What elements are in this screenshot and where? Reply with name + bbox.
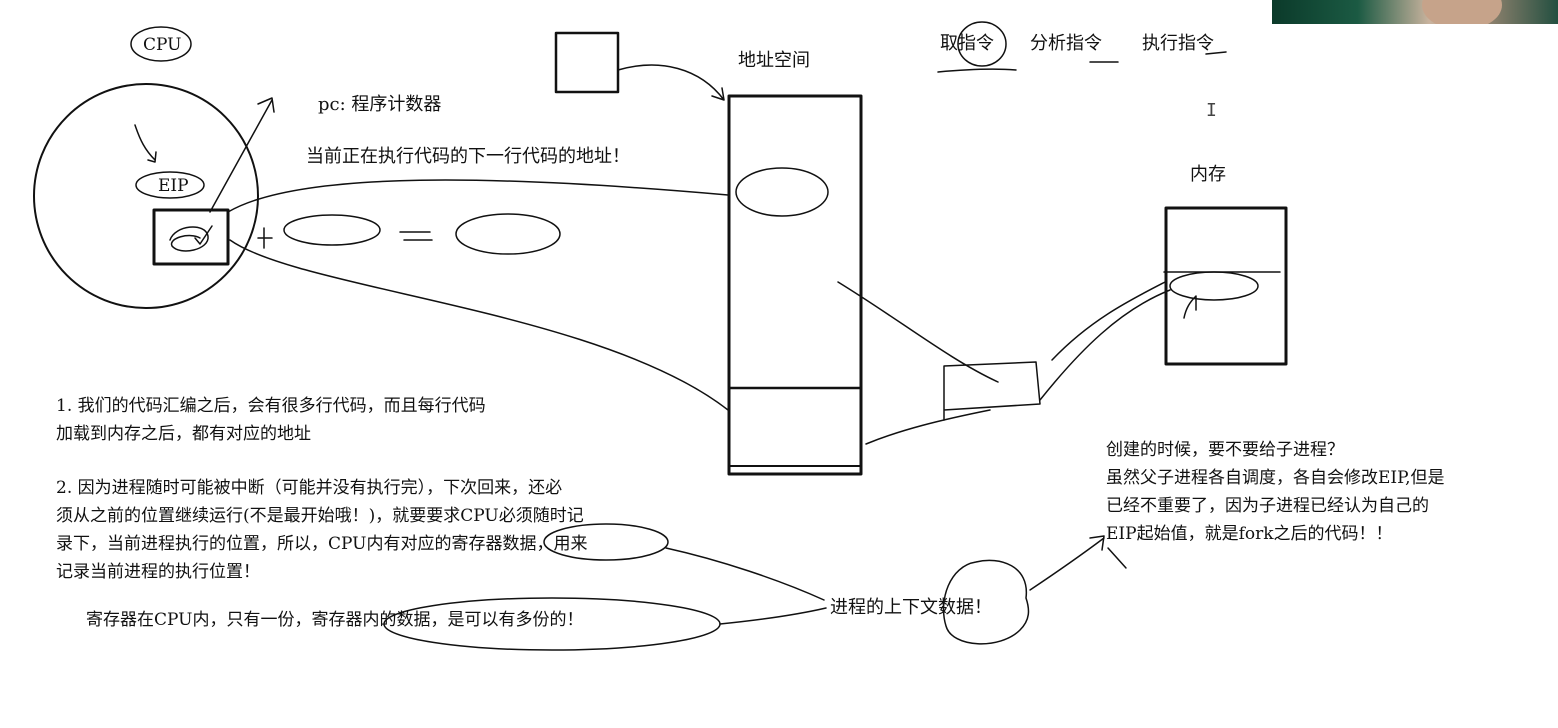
note-2-line: 记录当前进程的执行位置！: [56, 562, 260, 582]
execute-instruction-label: 执行指令: [1142, 33, 1214, 54]
middle-box: [943, 361, 1041, 421]
memory-box: [1164, 206, 1288, 366]
note-3: 寄存器在CPU内，只有一份，寄存器内的数据，是可以有多份的！: [86, 610, 584, 630]
note-2-line: 2. 因为进程随时可能被中断（可能并没有执行完），下次回来，还必: [56, 478, 563, 498]
note-1: 1. 我们的代码汇编之后，会有很多行代码，而且每行代码 加载到内存之后，都有对应…: [56, 392, 486, 448]
note-1-line: 加载到内存之后，都有对应的地址: [56, 424, 311, 444]
decode-instruction-label: 分析指令: [1030, 33, 1102, 54]
chain-ellipse-2: [455, 213, 561, 255]
arrow-to-eip: [134, 124, 157, 163]
chain-ellipse-1: [283, 214, 381, 246]
fork-tick: [1107, 547, 1127, 569]
arrow-square-to-space: [617, 64, 725, 101]
eip-register-box: [152, 208, 230, 266]
note-2-line: 须从之前的位置继续运行(不是最开始哦！)，就要要求CPU必须随时记: [56, 506, 584, 526]
arrow-to-pc: [209, 97, 275, 213]
address-space-ellipse: [735, 167, 829, 217]
fork-note-line: 已经不重要了，因为子进程已经认为自己的: [1106, 496, 1429, 516]
curve-bottom-to-middle: [865, 409, 991, 445]
memory-ellipse: [1169, 271, 1259, 301]
fork-note-line: 虽然父子进程各自调度，各自会修改EIP,但是: [1106, 468, 1445, 488]
note-2: 2. 因为进程随时可能被中断（可能并没有执行完），下次回来，还必 须从之前的位置…: [56, 474, 587, 586]
note-2-line: 录下，当前进程执行的位置，所以，CPU内有对应的寄存器数据，用来: [56, 534, 588, 554]
curve-register-to-bottom: [229, 239, 729, 411]
fetch-underline: [937, 68, 1017, 73]
cpu-circle: [33, 83, 259, 309]
line-register-to-context: [665, 547, 825, 601]
equals-mark: [399, 231, 433, 241]
small-square: [554, 31, 620, 94]
fork-note: 创建的时候，要不要给子进程？ 虽然父子进程各自调度，各自会修改EIP,但是 已经…: [1106, 436, 1445, 548]
text-cursor-icon: I: [1206, 100, 1217, 121]
memory-label: 内存: [1190, 164, 1226, 185]
next-address-label: 当前正在执行代码的下一行代码的地址！: [306, 146, 630, 167]
plus-mark: [257, 227, 273, 249]
curve-middle-to-memory: [1039, 281, 1171, 401]
context-data-label: 进程的上下文数据！: [830, 597, 992, 618]
curve-register-to-space: [227, 179, 729, 213]
fork-note-line: 创建的时候，要不要给子进程？: [1106, 440, 1344, 460]
arrow-context-to-fork: [1029, 535, 1105, 591]
fork-note-line: EIP起始值，就是fork之后的代码！！: [1106, 524, 1393, 544]
cpu-label: CPU: [143, 35, 182, 55]
pc-label: pc: 程序计数器: [318, 94, 442, 115]
register-scribble: [169, 225, 213, 252]
eip-label: EIP: [158, 176, 189, 196]
address-space-box: [727, 94, 863, 476]
line-copies-to-context: [719, 607, 827, 625]
note-1-line: 1. 我们的代码汇编之后，会有很多行代码，而且每行代码: [56, 396, 486, 416]
fetch-instruction-label: 取指令: [940, 33, 994, 54]
address-space-label: 地址空间: [738, 50, 810, 71]
